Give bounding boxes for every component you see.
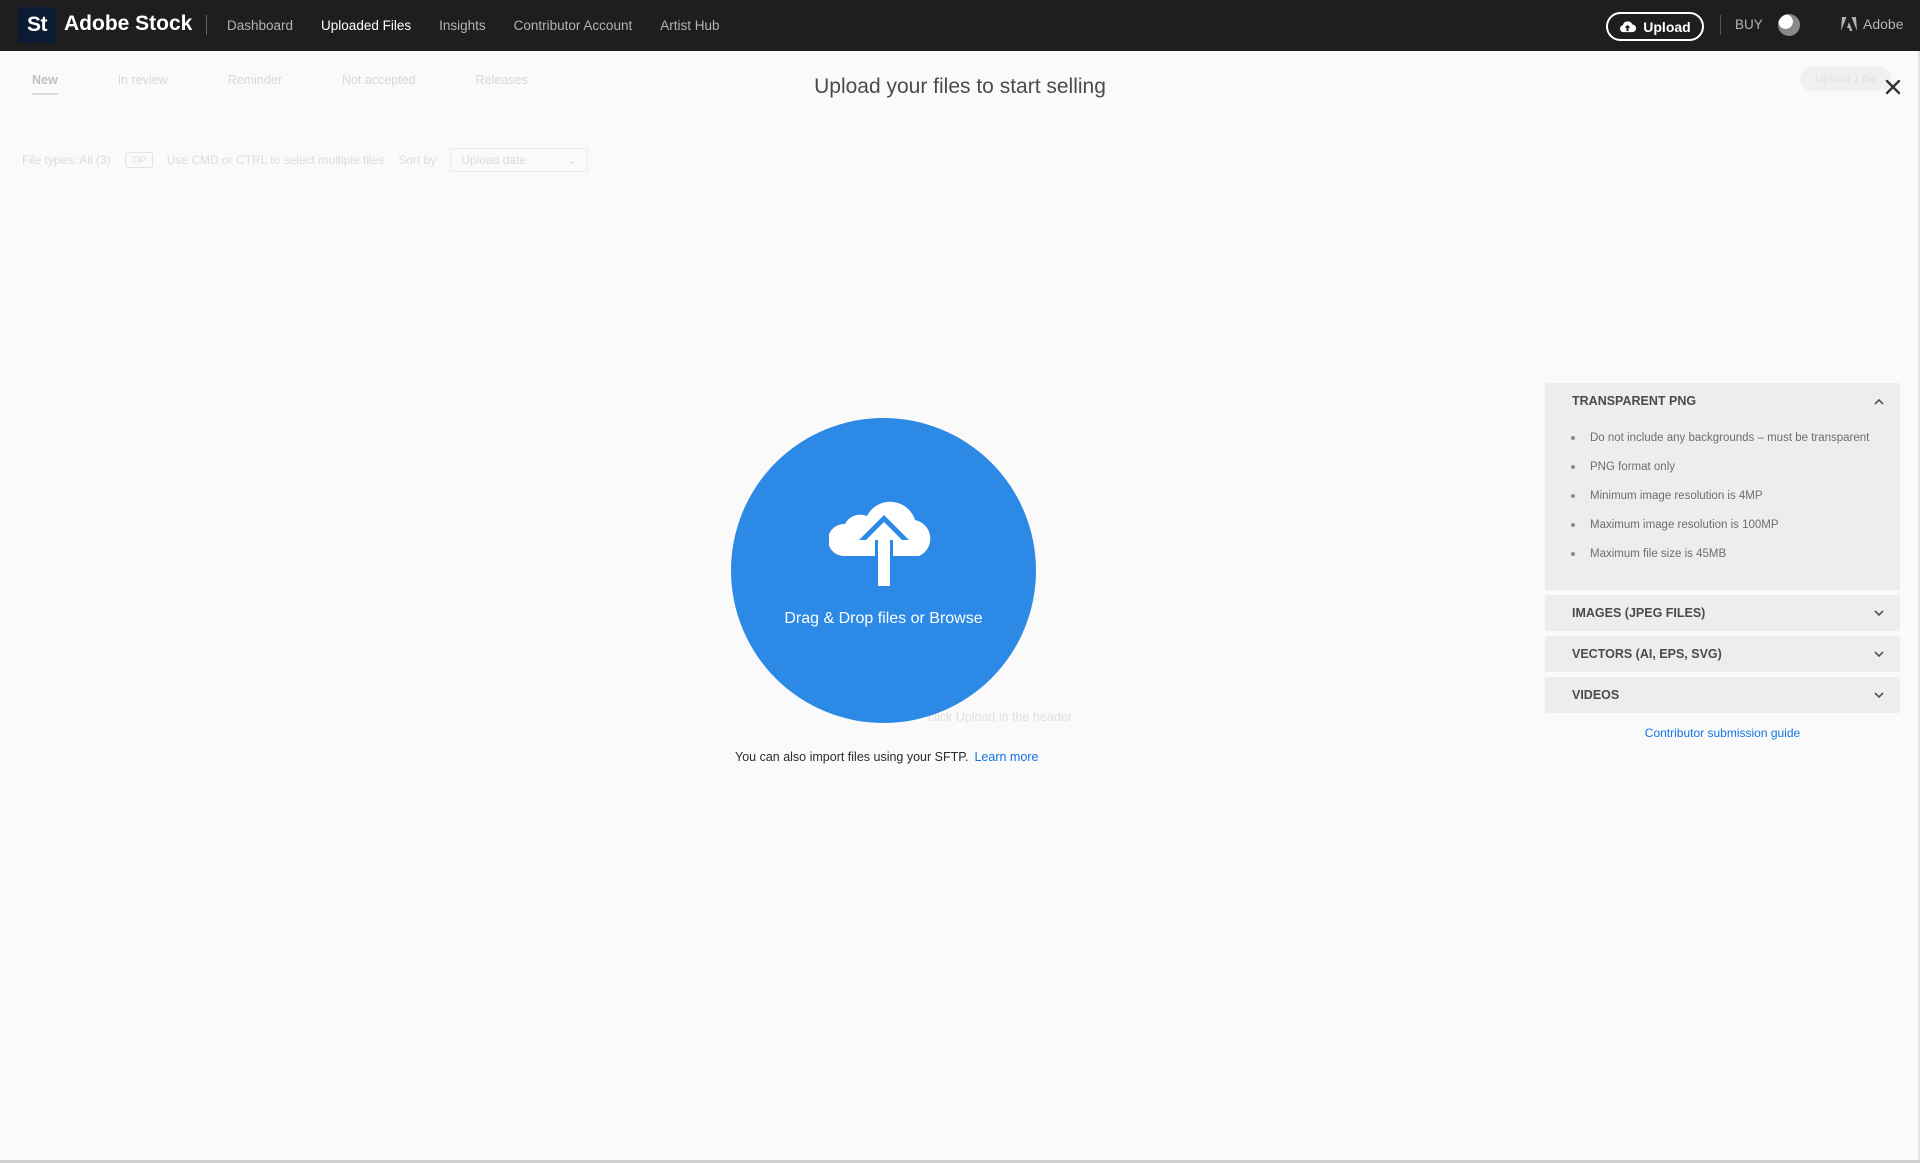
bg-tip-text: Use CMD or CTRL to select multiple files	[166, 153, 385, 167]
background-filter-bar: File types: All (3) TIP Use CMD or CTRL …	[22, 148, 589, 172]
top-bar: St Adobe Stock Dashboard Uploaded Files …	[0, 0, 1920, 51]
upload-button[interactable]: Upload	[1606, 12, 1704, 41]
accordion-title: IMAGES (JPEG FILES)	[1572, 606, 1706, 620]
brand-name[interactable]: Adobe Stock	[64, 12, 192, 36]
accordion-header-images-jpeg[interactable]: IMAGES (JPEG FILES)	[1545, 595, 1900, 631]
bg-hint-text: click Upload in the header	[928, 710, 1072, 724]
accordion-body-transparent-png: Do not include any backgrounds – must be…	[1545, 419, 1900, 590]
file-requirements-panel: TRANSPARENT PNG Do not include any backg…	[1545, 383, 1900, 740]
accordion-vectors: VECTORS (AI, EPS, SVG)	[1545, 636, 1900, 672]
cloud-upload-icon	[1620, 21, 1637, 33]
adobe-logo-icon	[1841, 17, 1857, 31]
accordion-videos: VIDEOS	[1545, 677, 1900, 713]
nav-insights[interactable]: Insights	[439, 18, 486, 33]
close-icon	[1885, 79, 1901, 95]
accordion-title: TRANSPARENT PNG	[1572, 394, 1697, 408]
bg-sort-value: Upload date	[461, 153, 527, 167]
accordion-title: VECTORS (AI, EPS, SVG)	[1572, 647, 1722, 661]
requirement-item: Maximum file size is 45MB	[1571, 539, 1880, 568]
sftp-text: You can also import files using your SFT…	[735, 750, 969, 764]
adobe-link-label: Adobe	[1863, 16, 1904, 32]
accordion-header-vectors[interactable]: VECTORS (AI, EPS, SVG)	[1545, 636, 1900, 672]
main-nav: Dashboard Uploaded Files Insights Contri…	[227, 0, 720, 51]
bg-file-types: File types: All (3)	[22, 153, 111, 167]
accordion-images-jpeg: IMAGES (JPEG FILES)	[1545, 595, 1900, 631]
bg-sort-label: Sort by	[398, 153, 437, 167]
chevron-down-icon	[1874, 691, 1884, 698]
nav-artist-hub[interactable]: Artist Hub	[660, 18, 719, 33]
topbar-divider	[1720, 15, 1721, 35]
drop-zone[interactable]: Drag & Drop files or Browse	[731, 418, 1036, 723]
nav-uploaded-files[interactable]: Uploaded Files	[321, 18, 411, 33]
requirement-item: Minimum image resolution is 4MP	[1571, 481, 1880, 510]
bg-sort-select: Upload date ⌄	[450, 148, 589, 172]
bg-tip-badge: TIP	[124, 152, 153, 168]
chevron-down-icon	[1874, 650, 1884, 657]
buy-link[interactable]: BUY	[1735, 17, 1763, 32]
upload-button-label: Upload	[1643, 18, 1691, 35]
nav-dashboard[interactable]: Dashboard	[227, 18, 293, 33]
cloud-upload-icon	[829, 501, 931, 590]
chevron-down-icon: ⌄	[567, 153, 578, 167]
drop-zone-text: Drag & Drop files or Browse	[784, 610, 983, 627]
adobe-stock-logo[interactable]: St	[18, 7, 56, 43]
adobe-link[interactable]: Adobe	[1841, 16, 1903, 32]
modal-title: Upload your files to start selling	[814, 75, 1106, 98]
accordion-header-videos[interactable]: VIDEOS	[1545, 677, 1900, 713]
chevron-down-icon	[1874, 609, 1884, 616]
accordion-title: VIDEOS	[1572, 688, 1620, 702]
user-avatar[interactable]	[1778, 14, 1800, 36]
learn-more-link[interactable]: Learn more	[974, 750, 1038, 764]
nav-contributor-account[interactable]: Contributor Account	[514, 18, 633, 33]
close-button[interactable]	[1882, 76, 1904, 98]
accordion-transparent-png: TRANSPARENT PNG Do not include any backg…	[1545, 383, 1900, 590]
requirement-item: Maximum image resolution is 100MP	[1571, 510, 1880, 539]
sftp-note: You can also import files using your SFT…	[735, 750, 1038, 764]
requirement-item: Do not include any backgrounds – must be…	[1571, 423, 1880, 452]
contributor-guide-link[interactable]: Contributor submission guide	[1545, 726, 1900, 740]
accordion-header-transparent-png[interactable]: TRANSPARENT PNG	[1545, 383, 1900, 419]
chevron-up-icon	[1874, 398, 1884, 405]
brand-divider	[206, 15, 207, 35]
requirement-item: PNG format only	[1571, 452, 1880, 481]
